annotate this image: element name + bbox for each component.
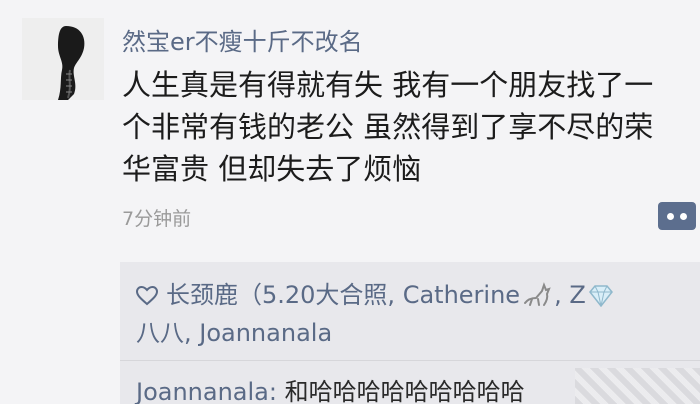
dot-icon xyxy=(680,212,687,220)
post-text: 人生真是有得就有失 我有一个朋友找了一个非常有钱的老公 虽然得到了享不尽的荣华富… xyxy=(122,68,654,186)
avatar-image xyxy=(22,18,104,100)
likes-text-part1[interactable]: 长颈鹿（5.20大合照, Catherine xyxy=(166,281,520,309)
likes-text-part2[interactable]: , Z xyxy=(554,281,586,309)
heart-outline-icon xyxy=(135,281,159,315)
more-options-button[interactable] xyxy=(658,202,696,230)
likes-text-part3[interactable]: 八八, Joannanala xyxy=(136,319,332,347)
username[interactable]: 然宝er不瘦十斤不改名 xyxy=(122,22,363,57)
likes-list: 长颈鹿（5.20大合照, Catherine , Z 八八, Joannanala xyxy=(135,278,676,350)
comment-author[interactable]: Joannanala: xyxy=(136,378,277,404)
moments-post: 然宝er不瘦十斤不改名 人生真是有得就有失 我有一个朋友找了一个非常有钱的老公 … xyxy=(0,0,700,404)
divider xyxy=(120,360,700,361)
avatar[interactable] xyxy=(22,18,104,100)
diamond-emoji-icon xyxy=(588,282,614,316)
post-timestamp: 7分钟前 xyxy=(122,208,192,230)
comment-text: 和哈哈哈哈哈哈哈哈哈 xyxy=(276,378,525,404)
mosaic-overlay xyxy=(575,368,700,404)
cat-emoji-icon xyxy=(522,281,552,316)
dot-icon xyxy=(667,212,674,220)
comment-row[interactable]: Joannanala: 和哈哈哈哈哈哈哈哈哈 xyxy=(136,372,525,404)
